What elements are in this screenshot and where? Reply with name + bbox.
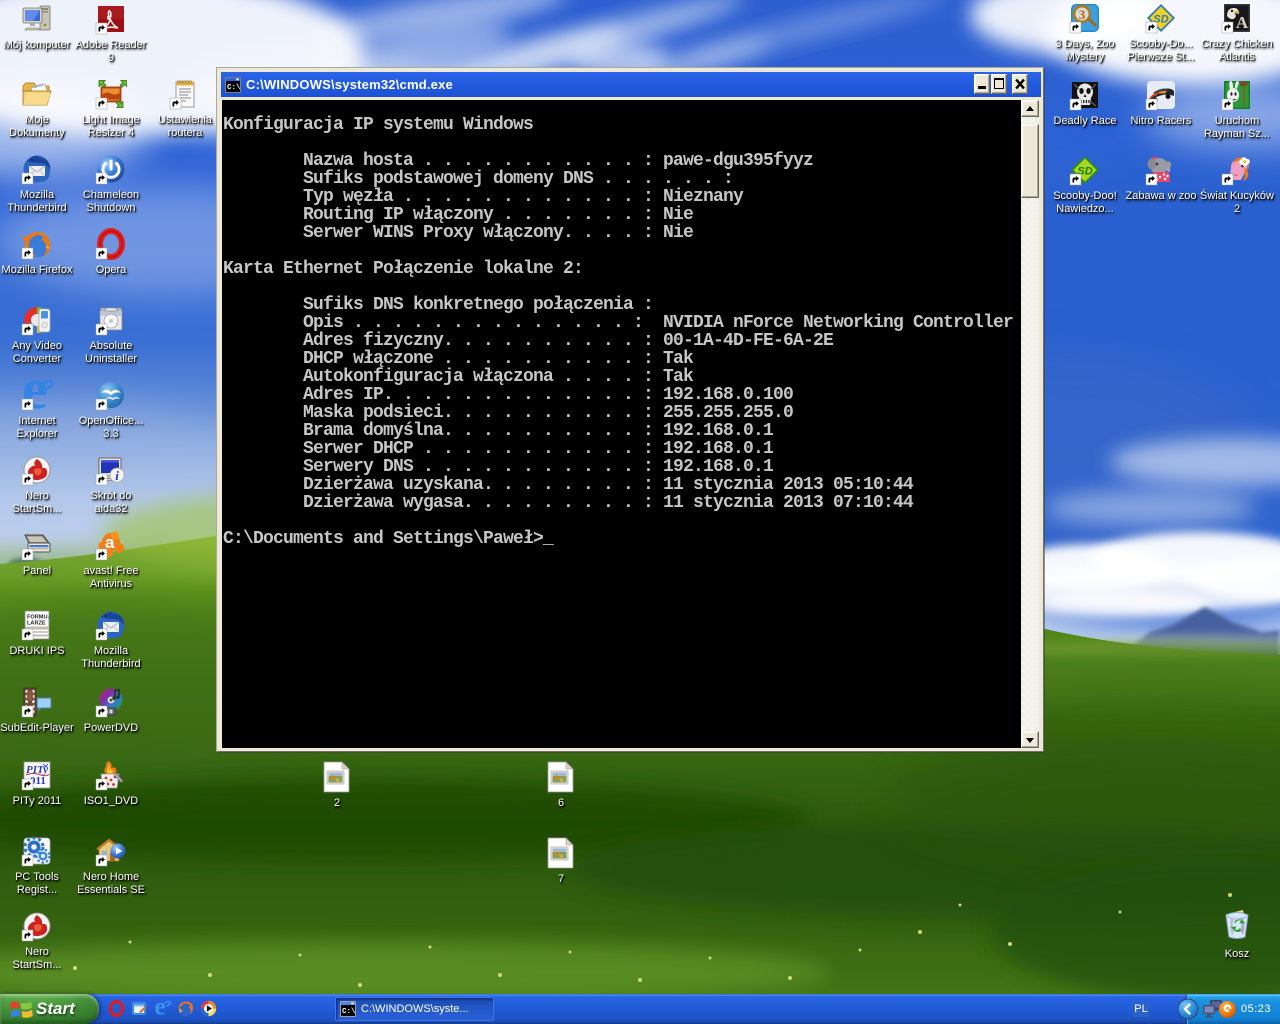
svg-text:C:\: C:\	[342, 1008, 356, 1016]
svg-text:3: 3	[1079, 7, 1086, 22]
svg-text:C:\: C:\	[227, 84, 241, 92]
svg-text:LARZE: LARZE	[27, 621, 46, 627]
svg-text:e: e	[155, 1000, 166, 1017]
svg-text:i: i	[115, 468, 119, 483]
svg-text:A: A	[1236, 13, 1249, 32]
